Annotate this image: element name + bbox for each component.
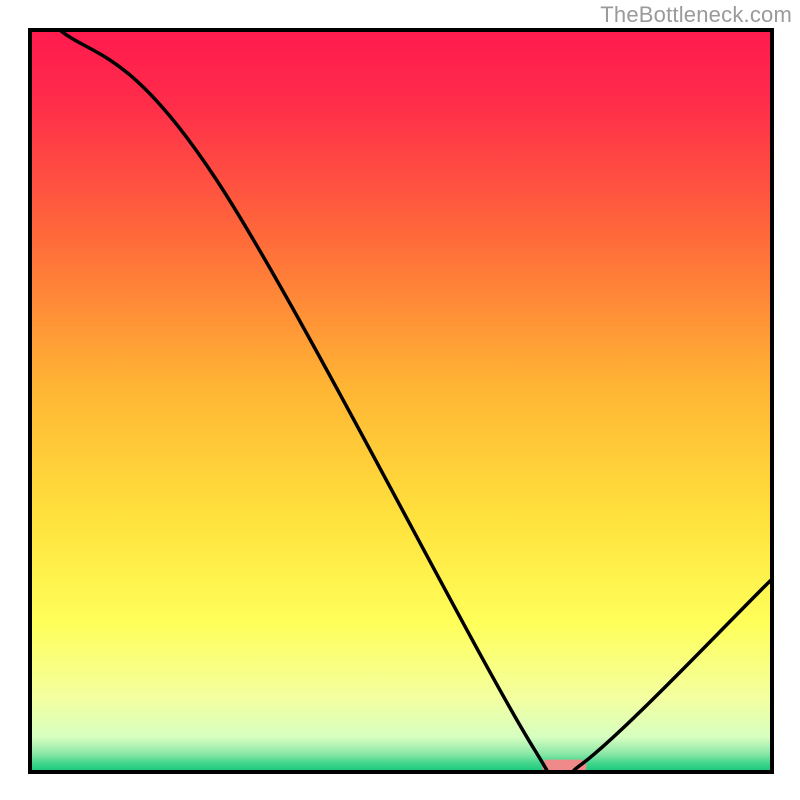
watermark-text: TheBottleneck.com bbox=[600, 2, 792, 28]
bottleneck-chart bbox=[0, 0, 800, 800]
chart-container: TheBottleneck.com bbox=[0, 0, 800, 800]
plot-background bbox=[30, 30, 772, 772]
